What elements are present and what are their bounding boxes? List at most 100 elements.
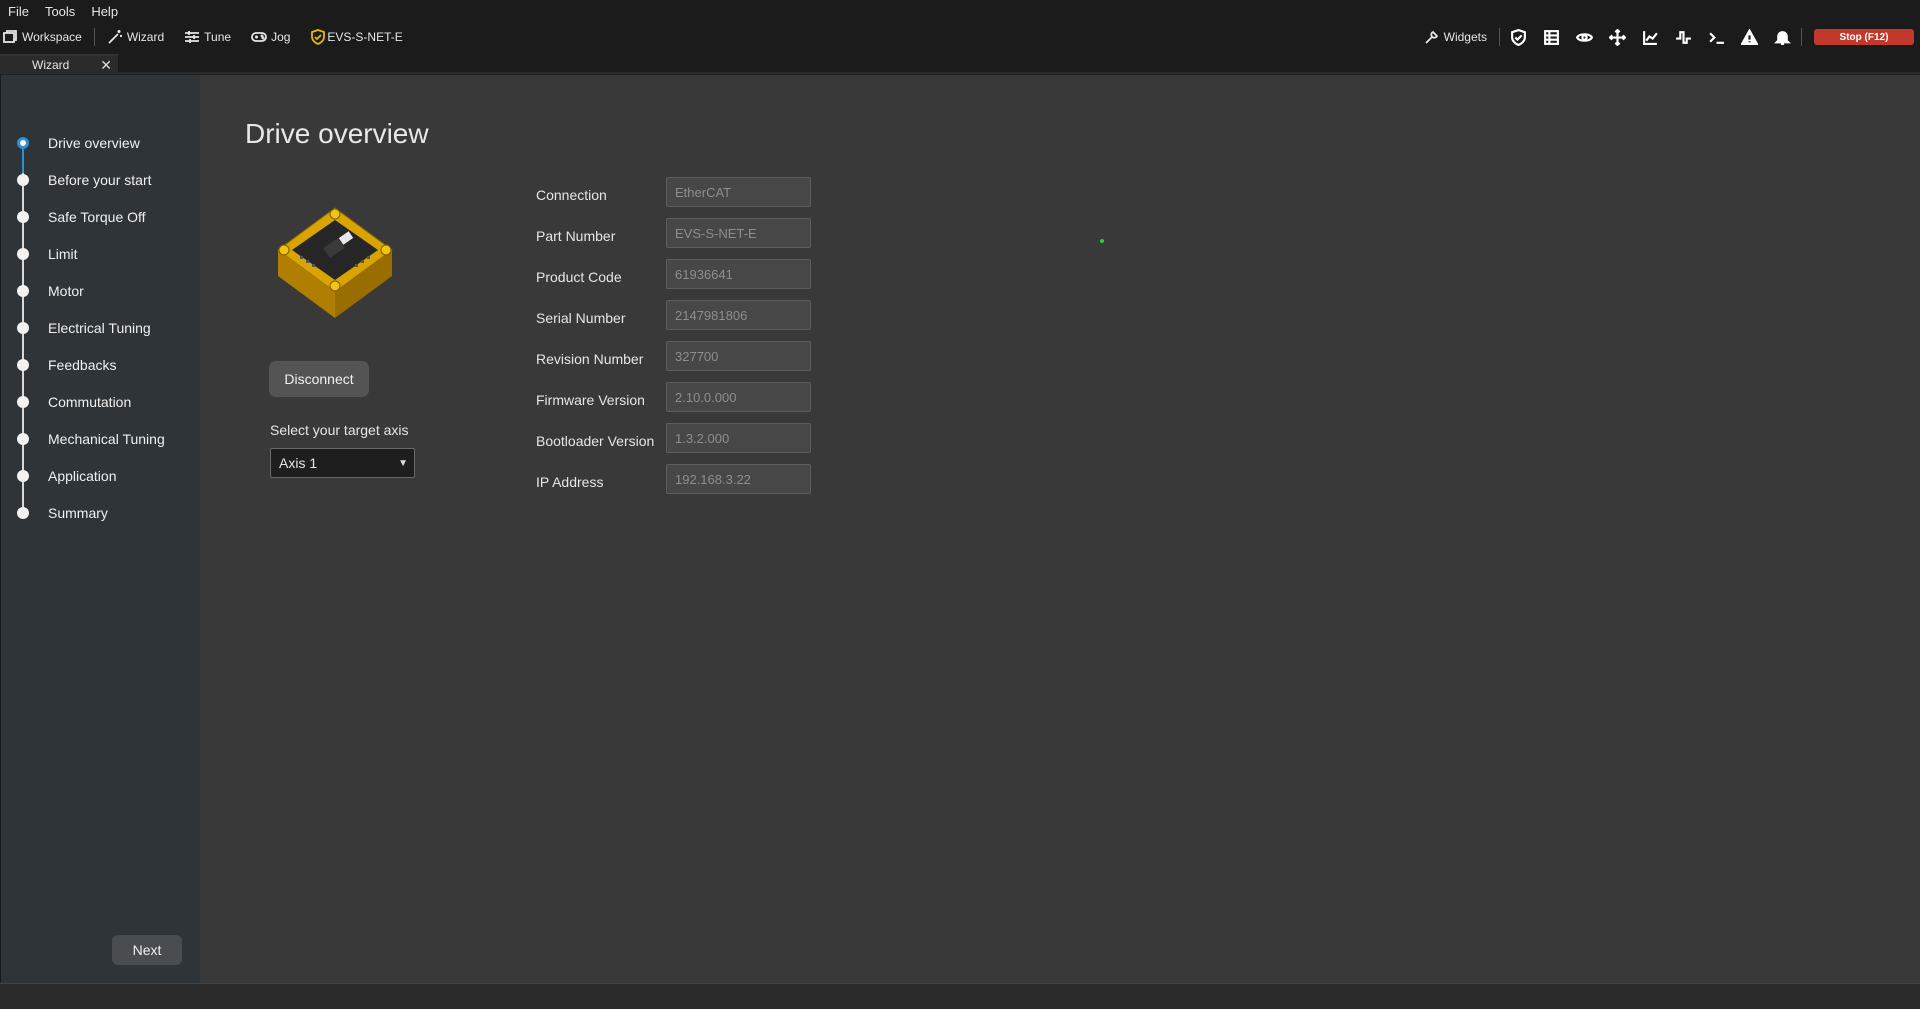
- wizard-step[interactable]: Application: [1, 466, 201, 486]
- wizard-step-label: Drive overview: [48, 135, 140, 151]
- info-row: Product Code 61936641: [536, 259, 836, 300]
- info-row: IP Address 192.168.3.22: [536, 464, 836, 505]
- axis-select-value: Axis 1: [279, 455, 318, 471]
- step-dot-icon: [17, 285, 29, 297]
- workspace-button[interactable]: Workspace: [0, 22, 92, 52]
- info-row: Part Number EVS-S-NET-E: [536, 218, 836, 259]
- info-label: Part Number: [536, 228, 616, 244]
- wizard-label: Wizard: [126, 30, 165, 44]
- wizard-step-label: Before your start: [48, 172, 152, 188]
- wizard-step-label: Summary: [48, 505, 108, 521]
- widgets-label: Widgets: [1443, 30, 1487, 44]
- device-label: EVS-S-NET-E: [327, 30, 403, 44]
- info-label: Bootloader Version: [536, 433, 655, 449]
- step-dot-icon: [17, 470, 29, 482]
- menu-file[interactable]: File: [8, 4, 29, 19]
- sliders-icon: [185, 31, 200, 43]
- terminal-icon: [1709, 31, 1724, 44]
- step-dot-icon: [17, 359, 29, 371]
- info-label: Serial Number: [536, 310, 626, 326]
- wizard-step[interactable]: Summary: [1, 503, 201, 523]
- device-button[interactable]: EVS-S-NET-E: [300, 22, 412, 52]
- wizard-button[interactable]: Wizard: [97, 22, 174, 52]
- wizard-step[interactable]: Motor: [1, 281, 201, 301]
- toolbar-separator: [93, 28, 95, 46]
- wizard-step-label: Limit: [48, 246, 78, 262]
- chart-icon: [1643, 30, 1658, 45]
- step-dot-icon: [17, 433, 29, 445]
- warning-icon: [1741, 28, 1758, 45]
- wizard-step-label: Electrical Tuning: [48, 320, 151, 336]
- tune-button[interactable]: Tune: [174, 22, 241, 52]
- toolbar: Workspace Wizard Tune Jog EVS-S-NET-E Wi…: [0, 22, 1920, 52]
- step-dot-icon: [17, 174, 29, 186]
- monitor-button[interactable]: [1568, 22, 1601, 52]
- tab-wizard[interactable]: Wizard ✕: [0, 54, 118, 74]
- tab-label: Wizard: [32, 58, 70, 72]
- wizard-step[interactable]: Commutation: [1, 392, 201, 412]
- info-label: Product Code: [536, 269, 622, 285]
- step-dot-icon: [17, 248, 29, 260]
- info-row: Bootloader Version 1.3.2.000: [536, 423, 836, 464]
- window-icon: [3, 30, 17, 43]
- menu-help[interactable]: Help: [91, 4, 118, 19]
- disconnect-button[interactable]: Disconnect: [269, 361, 369, 397]
- info-label: Connection: [536, 187, 607, 203]
- wizard-step[interactable]: Feedbacks: [1, 355, 201, 375]
- wizard-step[interactable]: Drive overview: [1, 133, 201, 153]
- status-indicator: [1100, 239, 1104, 243]
- wizard-step-label: Commutation: [48, 394, 132, 410]
- warnings-button[interactable]: [1733, 22, 1766, 52]
- move-icon: [1609, 28, 1626, 46]
- notifications-button[interactable]: [1766, 22, 1799, 52]
- widgets-button[interactable]: Widgets: [1414, 22, 1497, 52]
- magic-wand-icon: [108, 30, 122, 44]
- axis-select[interactable]: Axis 1 ▼: [270, 448, 415, 478]
- info-value-field: 2147981806: [666, 300, 811, 330]
- wizard-step[interactable]: Electrical Tuning: [1, 318, 201, 338]
- page-title: Drive overview: [245, 118, 429, 149]
- main-content: Drive overview Disconnect Select your ta…: [200, 75, 1920, 983]
- info-row: Revision Number 327700: [536, 341, 836, 382]
- pulse-icon: [1676, 30, 1691, 44]
- wizard-step-label: Safe Torque Off: [48, 209, 146, 225]
- signal-button[interactable]: [1667, 22, 1700, 52]
- registers-button[interactable]: [1535, 22, 1568, 52]
- caret-down-icon: ▼: [398, 457, 408, 469]
- status-bar: [0, 983, 1920, 1009]
- tab-bar: Wizard ✕: [0, 52, 1920, 74]
- info-row: Serial Number 2147981806: [536, 300, 836, 341]
- terminal-button[interactable]: [1700, 22, 1733, 52]
- step-dot-icon: [17, 211, 29, 223]
- wizard-step[interactable]: Before your start: [1, 170, 201, 190]
- next-button[interactable]: Next: [112, 935, 182, 965]
- wizard-sidebar: Drive overview Before your start Safe Torq…: [0, 75, 200, 983]
- drive-image: [277, 207, 393, 318]
- eye-icon: [1576, 32, 1593, 42]
- shield-check-icon: [311, 29, 326, 45]
- jog-button[interactable]: Jog: [241, 22, 300, 52]
- axis-select-label: Select your target axis: [270, 422, 409, 438]
- wizard-step[interactable]: Limit: [1, 244, 201, 264]
- wizard-step-label: Application: [48, 468, 117, 484]
- safety-button[interactable]: [1502, 22, 1535, 52]
- table-icon: [1544, 29, 1559, 45]
- info-value-field: 2.10.0.000: [666, 382, 811, 412]
- gamepad-icon: [251, 32, 267, 42]
- workspace-label: Workspace: [22, 30, 82, 44]
- menu-tools[interactable]: Tools: [45, 4, 75, 19]
- info-label: Revision Number: [536, 351, 644, 367]
- wizard-step[interactable]: Safe Torque Off: [1, 207, 201, 227]
- menu-bar: File Tools Help: [0, 0, 1920, 22]
- jog-label: Jog: [271, 30, 291, 44]
- close-icon[interactable]: ✕: [100, 57, 112, 74]
- stop-button[interactable]: Stop (F12): [1814, 29, 1914, 45]
- toolbar-separator: [1801, 28, 1802, 46]
- toolbar-separator: [1499, 28, 1500, 46]
- wizard-step-label: Motor: [48, 283, 84, 299]
- info-value-field: 192.168.3.22: [666, 464, 811, 494]
- info-row: Firmware Version 2.10.0.000: [536, 382, 836, 423]
- move-button[interactable]: [1601, 22, 1634, 52]
- scope-button[interactable]: [1634, 22, 1667, 52]
- wizard-step[interactable]: Mechanical Tuning: [1, 429, 201, 449]
